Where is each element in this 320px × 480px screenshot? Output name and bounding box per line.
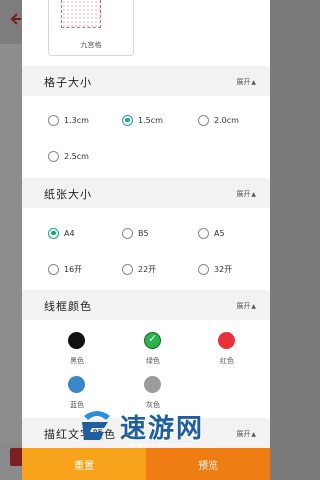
section-title: 格子大小 — [44, 76, 92, 89]
color-label: 蓝色 — [70, 401, 84, 409]
color-label: 红色 — [220, 357, 234, 365]
option-label: 1.3cm — [64, 115, 89, 125]
caret-up-icon: ▲ — [251, 191, 256, 198]
option-label: 32开 — [214, 264, 233, 274]
option-label: 2.5cm — [64, 151, 89, 161]
option-label: 22开 — [138, 264, 157, 274]
caret-up-icon: ▲ — [251, 303, 256, 310]
color-swatch[interactable]: 红色 — [190, 332, 264, 372]
color-label: 黑色 — [70, 357, 84, 365]
color-dot[interactable] — [68, 376, 85, 393]
paper-size-option[interactable]: B5 — [122, 225, 149, 241]
expand-toggle[interactable]: 展开▲ — [236, 301, 256, 311]
template-grid-preview — [61, 0, 101, 28]
radio-unchecked-icon[interactable] — [198, 114, 209, 126]
grid-size-option[interactable]: 2.0cm — [198, 112, 239, 128]
radio-checked-icon[interactable] — [48, 227, 59, 239]
settings-drawer: 九宫格 格子大小 展开▲ 纸张大小 展开▲ 线框颜色 展开▲ 描红文字颜色 展开… — [22, 0, 270, 480]
color-dot[interactable] — [144, 376, 161, 393]
section-title: 线框颜色 — [44, 300, 92, 313]
radio-unchecked-icon[interactable] — [198, 227, 209, 239]
option-label: 16开 — [64, 264, 83, 274]
paper-size-option[interactable]: 32开 — [198, 261, 232, 277]
caret-up-icon: ▲ — [251, 79, 256, 86]
radio-unchecked-icon[interactable] — [122, 263, 133, 275]
option-label: A4 — [64, 228, 75, 238]
radio-unchecked-icon[interactable] — [48, 263, 59, 275]
color-swatch[interactable]: 灰色 — [116, 376, 190, 416]
section-title: 描红文字颜色 — [44, 428, 116, 441]
expand-toggle[interactable]: 展开▲ — [236, 429, 256, 439]
paper-size-option[interactable]: 22开 — [122, 261, 156, 277]
paper-size-option[interactable]: A5 — [198, 225, 225, 241]
expand-toggle[interactable]: 展开▲ — [236, 189, 256, 199]
color-dot-selected[interactable] — [144, 332, 161, 349]
option-label: 2.0cm — [214, 115, 239, 125]
color-dot[interactable] — [218, 332, 235, 349]
radio-unchecked-icon[interactable] — [48, 114, 59, 126]
grid-size-option[interactable]: 2.5cm — [48, 148, 89, 164]
color-label: 绿色 — [146, 357, 160, 365]
radio-checked-icon[interactable] — [122, 114, 133, 126]
caret-up-icon: ▲ — [251, 431, 256, 438]
section-header-grid-size[interactable]: 格子大小 展开▲ — [22, 66, 270, 96]
preview-button[interactable]: 预览 — [146, 448, 270, 480]
radio-unchecked-icon[interactable] — [122, 227, 133, 239]
section-title: 纸张大小 — [44, 188, 92, 201]
bottom-action-bar: 重置 预览 — [22, 448, 270, 480]
paper-size-option[interactable]: A4 — [48, 225, 75, 241]
section-header-line-color[interactable]: 线框颜色 展开▲ — [22, 290, 270, 320]
paper-size-option[interactable]: 16开 — [48, 261, 82, 277]
section-header-paper-size[interactable]: 纸张大小 展开▲ — [22, 178, 270, 208]
color-dot[interactable] — [68, 332, 85, 349]
color-label: 灰色 — [146, 401, 160, 409]
color-swatch[interactable]: 绿色 — [116, 332, 190, 372]
radio-unchecked-icon[interactable] — [48, 150, 59, 162]
reset-button[interactable]: 重置 — [22, 448, 146, 480]
option-label: B5 — [138, 228, 149, 238]
template-area: 九宫格 — [22, 0, 270, 64]
radio-unchecked-icon[interactable] — [198, 263, 209, 275]
color-swatch[interactable]: 黑色 — [40, 332, 114, 372]
template-card[interactable]: 九宫格 — [48, 0, 134, 56]
section-header-trace-text-color[interactable]: 描红文字颜色 展开▲ — [22, 418, 270, 448]
color-swatch[interactable]: 蓝色 — [40, 376, 114, 416]
option-label: 1.5cm — [138, 115, 163, 125]
grid-size-option[interactable]: 1.5cm — [122, 112, 163, 128]
option-label: A5 — [214, 228, 225, 238]
template-label: 九宫格 — [80, 41, 102, 49]
grid-size-option[interactable]: 1.3cm — [48, 112, 89, 128]
expand-toggle[interactable]: 展开▲ — [236, 77, 256, 87]
